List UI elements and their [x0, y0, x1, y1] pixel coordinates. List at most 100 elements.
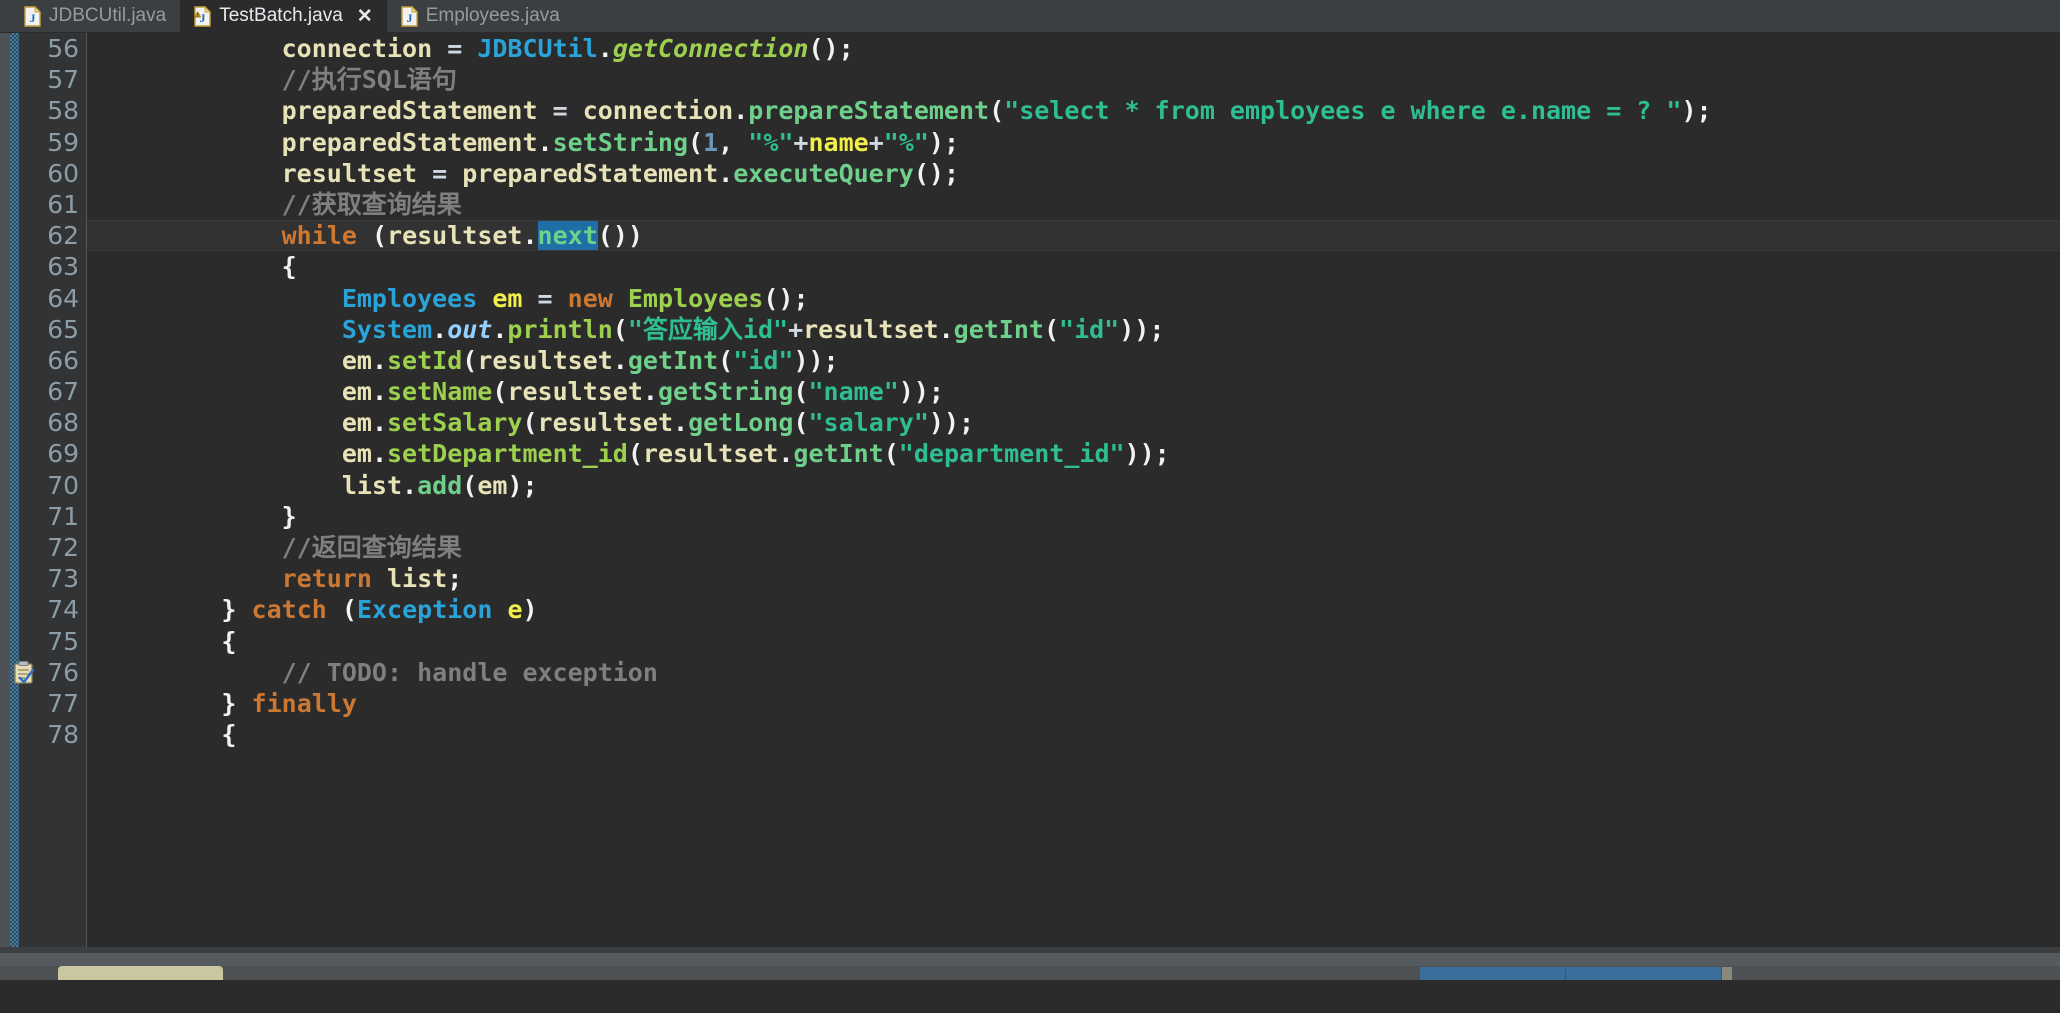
code-line[interactable]: preparedStatement.setString(1, "%"+name+… [87, 127, 2060, 158]
code-token: return [281, 564, 372, 594]
line-number-label: 64 [47, 283, 79, 313]
code-line[interactable]: preparedStatement = connection.prepareSt… [87, 95, 2060, 126]
line-number[interactable]: 69 [19, 438, 86, 469]
code-token: (); [763, 283, 809, 313]
code-line[interactable]: em.setId(resultset.getInt("id")); [87, 345, 2060, 376]
line-number[interactable]: 72 [19, 532, 86, 563]
line-number[interactable]: 65 [19, 314, 86, 345]
code-token: = [552, 96, 568, 126]
code-token: ( [793, 408, 809, 438]
java-file-warning-icon: J [194, 5, 212, 27]
editor-tab-testbatch-java[interactable]: J TestBatch.java ✕ [180, 0, 387, 32]
line-number[interactable]: 75 [19, 626, 86, 657]
status-taskbar-item-3[interactable] [1722, 967, 1732, 980]
line-number[interactable]: 71 [19, 501, 86, 532]
line-number-gutter[interactable]: 56 57 58 59 60 61 62 63 64 65 66 67 68 69 70 71 72 73 74 75… [14, 33, 87, 980]
line-number[interactable]: 59 [19, 127, 86, 158]
code-line[interactable]: em.setDepartment_id(resultset.getInt("de… [87, 438, 2060, 469]
code-line[interactable]: //执行SQL语句 [87, 64, 2060, 95]
code-token: ); [507, 470, 538, 500]
line-number[interactable]: 64 [19, 283, 86, 314]
code-line[interactable]: em.setName(resultset.getString("name")); [87, 376, 2060, 407]
line-number[interactable]: 62 [19, 220, 86, 251]
code-token: "id" [733, 345, 794, 375]
line-number[interactable]: 77 [19, 688, 86, 719]
code-content-area[interactable]: connection = JDBCUtil.getConnection(); /… [87, 33, 2060, 980]
code-token: (); [808, 34, 854, 63]
code-token: add [417, 470, 463, 500]
code-line[interactable]: Employees em = new Employees(); [87, 283, 2060, 314]
code-token: em [341, 408, 372, 438]
code-token: getInt [627, 345, 719, 375]
line-number[interactable]: 68 [19, 407, 86, 438]
code-token: resultset [387, 221, 523, 251]
code-line[interactable]: // TODO: handle exception [87, 657, 2060, 688]
line-number[interactable]: 60 [19, 158, 86, 189]
status-taskbar-item-2[interactable] [1566, 967, 1721, 980]
code-token: )); [1124, 439, 1170, 469]
code-line[interactable]: } catch (Exception e) [87, 594, 2060, 625]
vcs-change-marker-strip[interactable] [10, 33, 19, 980]
line-number[interactable]: 56 [19, 33, 86, 64]
java-file-icon: J [24, 5, 42, 27]
code-token: . [371, 439, 387, 469]
line-number[interactable]: 73 [19, 563, 86, 594]
code-line[interactable]: connection = JDBCUtil.getConnection(); [87, 33, 2060, 64]
code-line[interactable]: return list; [87, 563, 2060, 594]
line-number[interactable]: 70 [19, 470, 86, 501]
code-line[interactable]: { [87, 719, 2060, 750]
code-line[interactable]: } [87, 501, 2060, 532]
editor-tab-jdbcutil-java[interactable]: J JDBCUtil.java [10, 0, 180, 32]
code-line[interactable]: resultset = preparedStatement.executeQue… [87, 158, 2060, 189]
code-token: { [221, 626, 237, 656]
code-token: . [778, 439, 794, 469]
line-number[interactable]: 66 [19, 345, 86, 376]
editor-tab-employees-java[interactable]: J Employees.java [387, 0, 574, 32]
todo-bookmark-icon[interactable] [13, 660, 35, 685]
line-number[interactable]: 76 [14, 657, 86, 688]
status-taskbar-item-1[interactable] [1420, 967, 1565, 980]
close-icon[interactable]: ✕ [357, 7, 373, 26]
line-number-label: 75 [47, 626, 79, 656]
code-token: = [537, 283, 553, 313]
code-token: em [477, 470, 508, 500]
code-token: ( [688, 127, 704, 157]
code-token: . [733, 96, 749, 126]
code-line[interactable]: while (resultset.next()) [87, 220, 2060, 252]
line-number[interactable]: 74 [19, 594, 86, 625]
code-line[interactable]: { [87, 626, 2060, 657]
line-number[interactable]: 58 [19, 95, 86, 126]
code-line[interactable]: //返回查询结果 [87, 532, 2060, 563]
status-left-widget[interactable] [58, 966, 223, 980]
code-token: ); [1681, 96, 1712, 126]
code-editor[interactable]: 56 57 58 59 60 61 62 63 64 65 66 67 68 69 70 71 72 73 74 75… [0, 33, 2060, 980]
code-line[interactable]: //获取查询结果 [87, 189, 2060, 220]
code-token: "答应输入id" [627, 314, 789, 344]
line-number[interactable]: 63 [19, 251, 86, 282]
code-token: preparedStatement [281, 127, 538, 157]
code-line[interactable]: System.out.println("答应输入id"+resultset.ge… [87, 314, 2060, 345]
line-number[interactable]: 61 [19, 189, 86, 220]
line-number[interactable]: 67 [19, 376, 86, 407]
line-number-label: 56 [47, 34, 79, 63]
code-line[interactable]: { [87, 251, 2060, 282]
code-token: . [432, 314, 448, 344]
line-number[interactable]: 57 [19, 64, 86, 95]
code-line[interactable]: em.setSalary(resultset.getLong("salary")… [87, 407, 2060, 438]
code-line[interactable]: list.add(em); [87, 470, 2060, 501]
line-number[interactable]: 78 [19, 719, 86, 750]
code-line[interactable]: } finally [87, 688, 2060, 719]
